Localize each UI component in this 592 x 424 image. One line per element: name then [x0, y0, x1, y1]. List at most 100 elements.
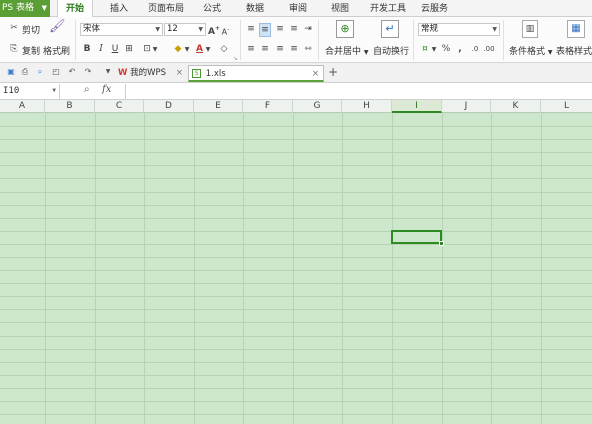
fx-button[interactable]: fx [102, 84, 111, 95]
tab-insert[interactable]: 插入 [110, 0, 128, 17]
close-icon[interactable]: × [312, 66, 319, 82]
tab-formulas[interactable]: 公式 [203, 0, 221, 17]
chevron-down-icon[interactable]: ▼ [431, 44, 437, 56]
number-format-select[interactable]: 常规 ▼ [418, 23, 500, 36]
font-name-select[interactable]: 宋体 ▼ [80, 23, 163, 36]
font-size-select[interactable]: 12 ▼ [164, 23, 206, 36]
tab-data[interactable]: 数据 [246, 0, 264, 17]
increase-font-icon[interactable]: A+ [208, 23, 220, 38]
column-header-d[interactable]: D [144, 100, 194, 113]
row-gridline [0, 401, 592, 402]
column-header-l[interactable]: L [541, 100, 592, 113]
table-style-button[interactable]: 表格样式 [556, 44, 592, 57]
merge-center-label: 合并居中 [325, 47, 362, 57]
row-gridline [0, 178, 592, 179]
save-icon[interactable]: ▣ [6, 67, 16, 77]
column-header-h[interactable]: H [342, 100, 392, 113]
column-header-g[interactable]: G [293, 100, 342, 113]
print-preview-icon[interactable]: ⌕ [35, 67, 45, 77]
print-icon[interactable]: ⎙ [20, 67, 30, 77]
chevron-down-icon: ▼ [547, 49, 553, 56]
decrease-font-icon[interactable]: A- [220, 24, 231, 39]
tab-review[interactable]: 审阅 [289, 0, 307, 17]
row-gridline [0, 375, 592, 376]
menu-bar: PS 表格 ▼ 开始 插入 页面布局 公式 数据 审阅 视图 开发工具 云服务 [0, 0, 592, 18]
wrap-text-icon[interactable]: ↵ [381, 20, 399, 38]
cut-button[interactable]: 剪切 [22, 23, 40, 36]
table-style-icon[interactable]: ▦ [567, 20, 585, 38]
conditional-format-icon[interactable]: ▥ [522, 20, 538, 38]
undo-icon[interactable]: ↶ [67, 67, 77, 77]
chevron-down-icon[interactable]: ▼ [103, 67, 113, 77]
add-tab-icon[interactable]: + [328, 66, 338, 78]
column-header-i[interactable]: I [392, 100, 442, 113]
close-icon[interactable]: × [176, 65, 183, 81]
formula-input[interactable] [125, 84, 591, 99]
merge-center-icon[interactable]: ⊕ [336, 20, 354, 38]
percent-button[interactable]: % [441, 43, 451, 55]
ribbon-separator [240, 20, 241, 60]
chevron-down-icon[interactable]: ▼ [184, 44, 190, 56]
app-menu-button[interactable]: PS 表格 ▼ [0, 0, 50, 17]
align-center-icon[interactable]: ≡ [259, 43, 271, 55]
justify-icon[interactable]: ≡ [288, 43, 300, 55]
increase-decimal-icon[interactable]: .0 [469, 43, 481, 55]
border-icon[interactable]: ⊞ [124, 43, 134, 55]
spell-check-icon[interactable]: ◰ [51, 67, 61, 77]
decrease-decimal-icon[interactable]: .00 [483, 43, 495, 55]
zoom-search-icon[interactable]: ⌕ [84, 84, 90, 95]
column-header-k[interactable]: K [491, 100, 541, 113]
indent-icon[interactable]: ⇥ [302, 23, 314, 35]
column-gridline [95, 113, 96, 424]
align-right-icon[interactable]: ≡ [274, 43, 286, 55]
row-gridline [0, 349, 592, 350]
chevron-down-icon[interactable]: ▼ [152, 44, 158, 56]
conditional-format-button[interactable]: 条件格式 ▼ [509, 44, 553, 57]
ribbon-separator [75, 20, 76, 60]
currency-icon[interactable]: ¤ [419, 43, 431, 55]
tab-cloud-service[interactable]: 云服务 [421, 0, 448, 17]
name-box[interactable]: I10 ▼ [0, 84, 60, 99]
align-middle-icon[interactable]: ≡ [259, 23, 271, 37]
merge-cells-icon[interactable]: ⊡ [142, 43, 152, 55]
fill-handle[interactable] [439, 241, 444, 246]
dialog-launcher-icon[interactable]: ↘ [233, 55, 238, 62]
row-gridline [0, 336, 592, 337]
row-gridline [0, 362, 592, 363]
tab-home[interactable]: 开始 [57, 0, 93, 18]
format-painter-icon[interactable]: 🖌 [49, 20, 66, 37]
align-top-icon[interactable]: ≡ [245, 23, 257, 35]
align-bottom-icon[interactable]: ≡ [274, 23, 286, 35]
row-gridline [0, 244, 592, 245]
clear-format-icon[interactable]: ◇ [219, 43, 229, 55]
active-cell-selection[interactable] [391, 230, 444, 246]
tab-page-layout[interactable]: 页面布局 [148, 0, 184, 17]
copy-button[interactable]: 复制 [22, 44, 40, 57]
italic-button[interactable]: I [96, 43, 106, 55]
fill-color-icon[interactable]: ◆ [172, 43, 184, 55]
chevron-down-icon[interactable]: ▼ [205, 44, 211, 56]
column-header-b[interactable]: B [45, 100, 95, 113]
underline-button[interactable]: U [110, 43, 120, 55]
doc-tab-my-wps[interactable]: W 我的WPS × [116, 65, 186, 82]
comma-button[interactable]: , [456, 43, 464, 55]
column-header-f[interactable]: F [243, 100, 293, 113]
distributed-icon[interactable]: ⇿ [302, 43, 314, 55]
spreadsheet-grid[interactable] [0, 113, 592, 424]
merge-center-button[interactable]: 合并居中 ▼ [325, 44, 369, 57]
column-header-a[interactable]: A [0, 100, 45, 113]
font-color-icon[interactable]: A [194, 43, 205, 55]
doc-tab-active-file[interactable]: S 1.xls × [188, 65, 324, 82]
wrap-text-button[interactable]: 自动换行 [373, 44, 409, 57]
row-gridline [0, 231, 592, 232]
format-painter-button[interactable]: 格式刷 [43, 44, 70, 57]
column-header-e[interactable]: E [194, 100, 243, 113]
column-header-j[interactable]: J [442, 100, 491, 113]
tab-developer[interactable]: 开发工具 [370, 0, 406, 17]
redo-icon[interactable]: ↷ [83, 67, 93, 77]
orientation-icon[interactable]: ≡ [288, 23, 300, 35]
align-left-icon[interactable]: ≡ [245, 43, 257, 55]
bold-button[interactable]: B [82, 43, 92, 55]
column-header-c[interactable]: C [95, 100, 144, 113]
tab-view[interactable]: 视图 [331, 0, 349, 17]
